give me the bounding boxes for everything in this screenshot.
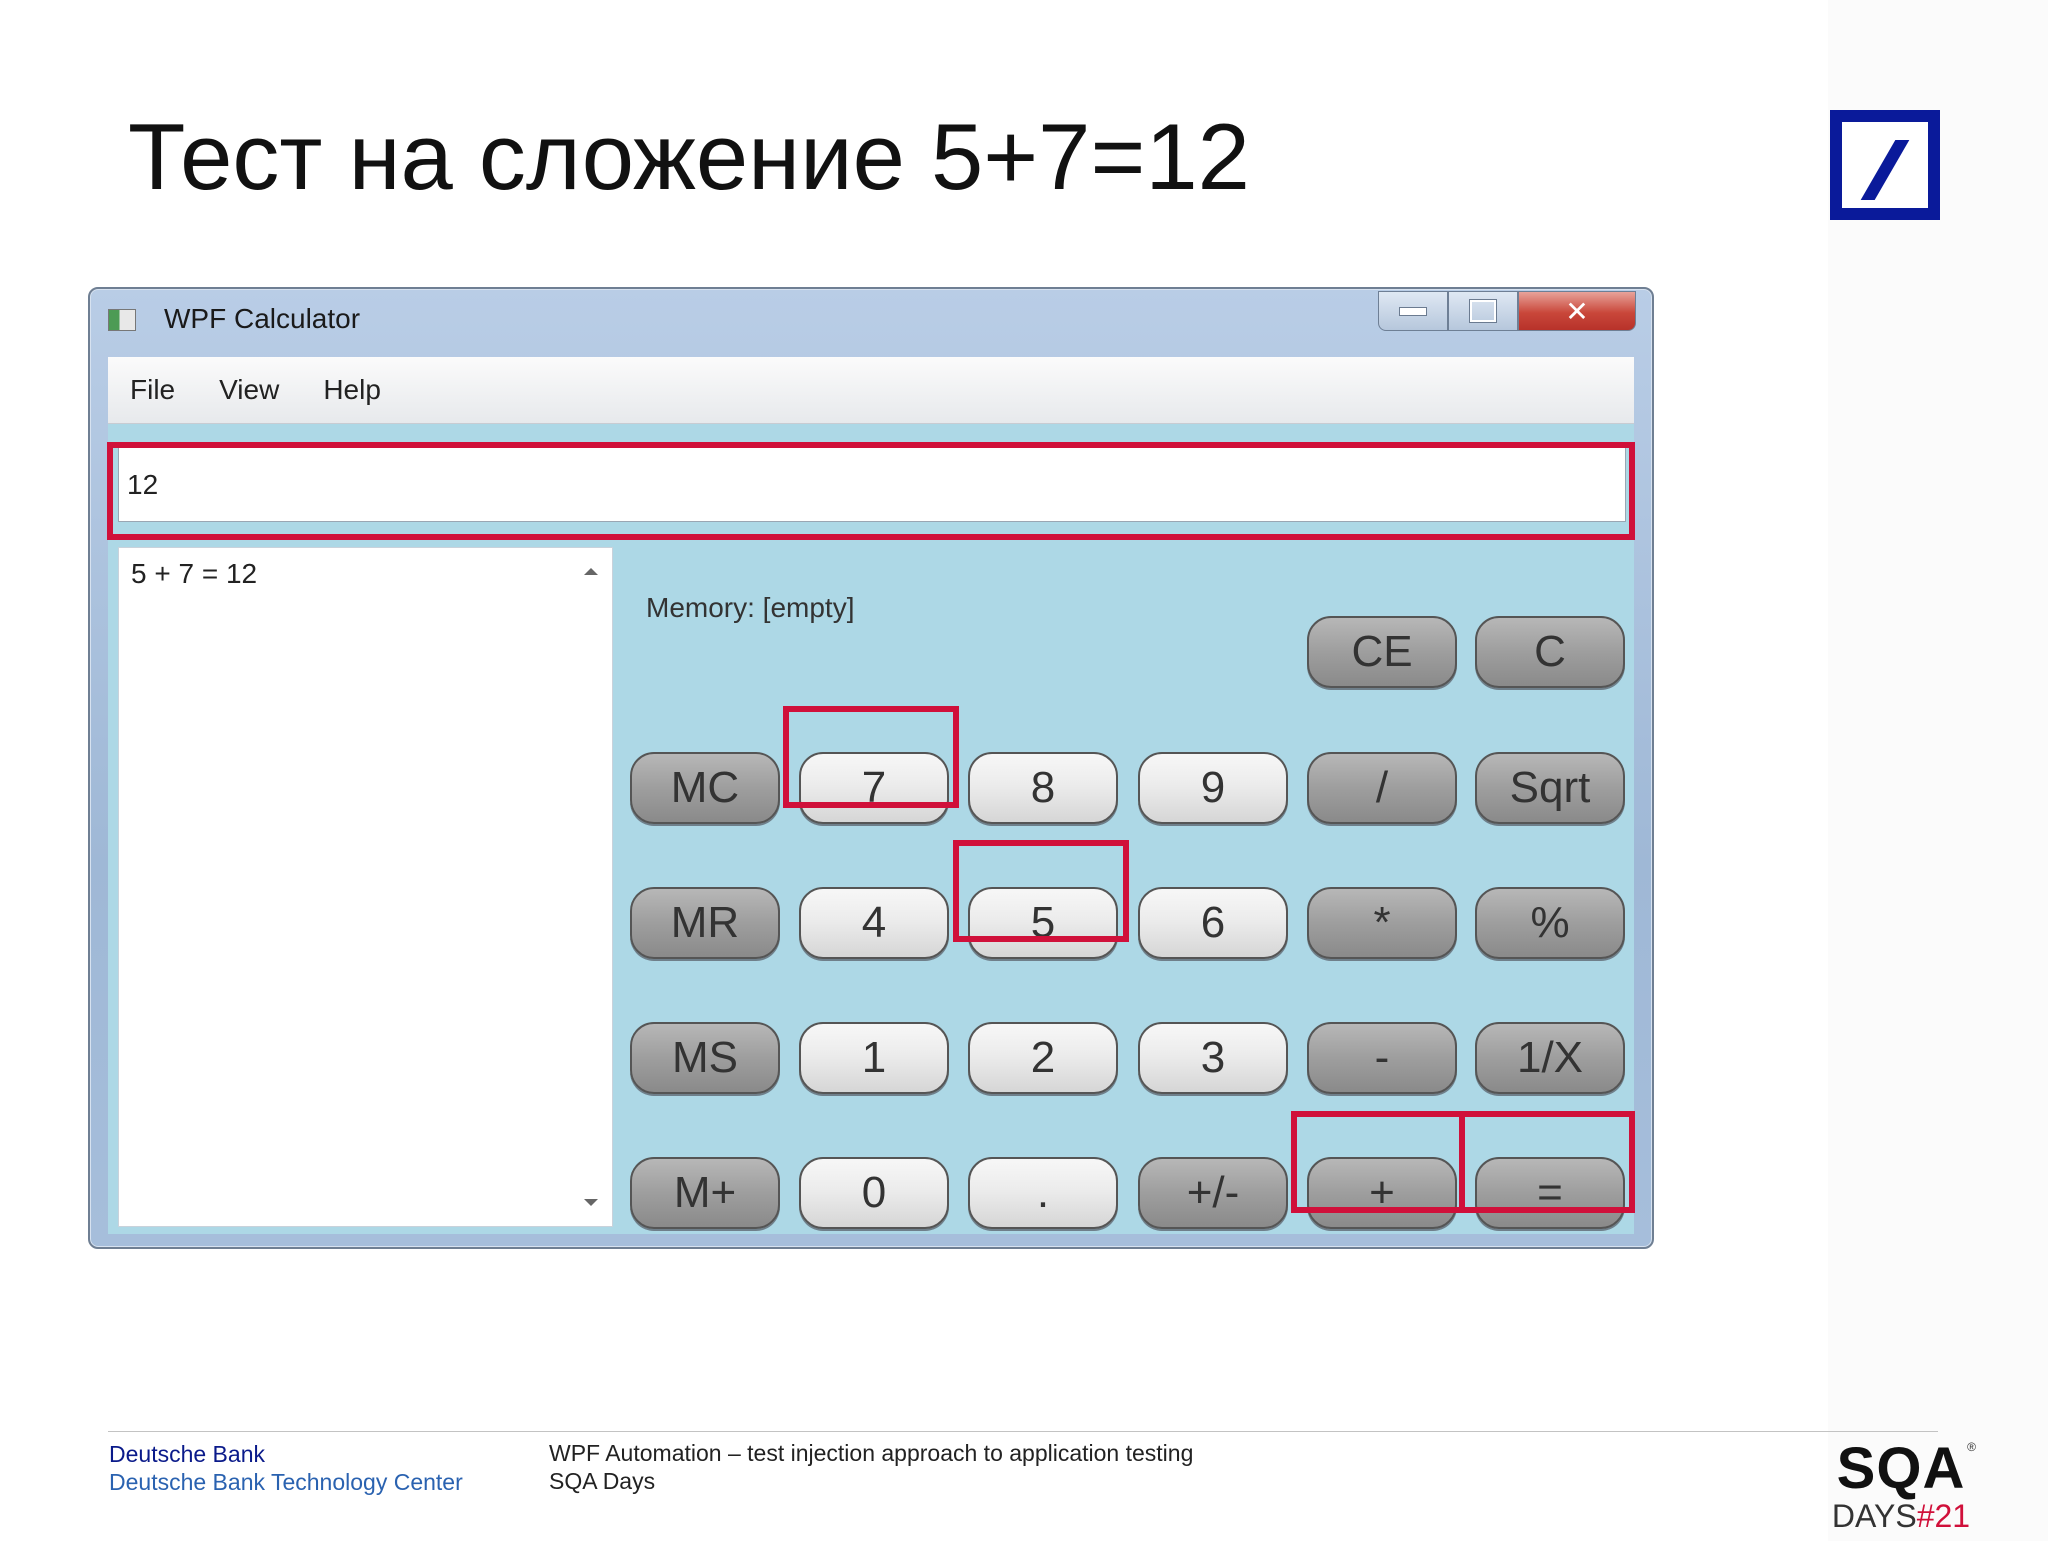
slide-title: Тест на сложение 5+7=12: [128, 104, 1250, 209]
key-decimal[interactable]: .: [968, 1157, 1118, 1229]
key-reciprocal[interactable]: 1/X: [1475, 1022, 1625, 1094]
menu-view[interactable]: View: [219, 374, 279, 406]
memory-status: Memory: [empty]: [646, 592, 855, 623]
footer-org-name: Deutsche Bank: [109, 1441, 265, 1467]
key-2[interactable]: 2: [968, 1022, 1118, 1094]
menu-help[interactable]: Help: [323, 374, 381, 406]
sqa-logo-sub: DAYS#21: [1826, 1500, 1976, 1532]
key-5[interactable]: 5: [968, 887, 1118, 959]
scroll-down-arrow-icon[interactable]: [584, 1199, 598, 1206]
key-ms[interactable]: MS: [630, 1022, 780, 1094]
key-8[interactable]: 8: [968, 752, 1118, 824]
key-3[interactable]: 3: [1138, 1022, 1288, 1094]
sqa-logo-days: DAYS: [1831, 1498, 1917, 1534]
sqa-logo-registered: ®: [1967, 1440, 1976, 1454]
slide-right-strip: [1828, 0, 2048, 1541]
result-display[interactable]: 12: [118, 446, 1626, 522]
scroll-up-arrow-icon[interactable]: [584, 568, 598, 575]
key-0[interactable]: 0: [799, 1157, 949, 1229]
key-divide[interactable]: /: [1307, 752, 1457, 824]
key-m-plus[interactable]: M+: [630, 1157, 780, 1229]
key-9[interactable]: 9: [1138, 752, 1288, 824]
sqa-logo-number: #21: [1916, 1498, 1971, 1534]
key-sqrt[interactable]: Sqrt: [1475, 752, 1625, 824]
key-subtract[interactable]: -: [1307, 1022, 1457, 1094]
key-negate[interactable]: +/-: [1138, 1157, 1288, 1229]
key-c[interactable]: C: [1475, 616, 1625, 688]
key-mr[interactable]: MR: [630, 887, 780, 959]
window-title: WPF Calculator: [164, 303, 361, 334]
key-4[interactable]: 4: [799, 887, 949, 959]
menu-file[interactable]: File: [130, 374, 175, 406]
minimize-button[interactable]: [1378, 291, 1448, 331]
deutsche-bank-logo: [1830, 110, 1940, 220]
key-7[interactable]: 7: [799, 752, 949, 824]
footer-org-division: Deutsche Bank Technology Center: [109, 1469, 463, 1495]
key-add[interactable]: +: [1307, 1157, 1457, 1229]
footer-divider: [108, 1431, 1938, 1432]
window-controls: ✕: [1378, 291, 1636, 331]
key-equals[interactable]: =: [1475, 1157, 1625, 1229]
key-1[interactable]: 1: [799, 1022, 949, 1094]
menu-bar: File View Help: [108, 357, 1634, 424]
close-icon: ✕: [1565, 294, 1589, 328]
key-ce[interactable]: CE: [1307, 616, 1457, 688]
footer-event: SQA Days: [549, 1468, 656, 1494]
app-icon: [108, 309, 136, 331]
calculator-body: 12 5 + 7 = 12 Memory: [empty] CE C MC 7 …: [108, 424, 1634, 1234]
key-percent[interactable]: %: [1475, 887, 1625, 959]
history-list[interactable]: 5 + 7 = 12: [118, 547, 613, 1227]
minimize-icon: [1399, 306, 1427, 316]
sqa-days-logo: SQA DAYS#21 ®: [1826, 1436, 1976, 1533]
key-mc[interactable]: MC: [630, 752, 780, 824]
maximize-icon: [1469, 299, 1497, 323]
history-item: 5 + 7 = 12: [131, 558, 258, 589]
calculator-window: WPF Calculator ✕ File View Help 12 5 + 7…: [88, 287, 1654, 1249]
maximize-button[interactable]: [1448, 291, 1518, 331]
sqa-logo-main: SQA: [1836, 1436, 1966, 1501]
close-button[interactable]: ✕: [1518, 291, 1636, 331]
key-6[interactable]: 6: [1138, 887, 1288, 959]
db-logo-slash: [1860, 140, 1910, 200]
footer-talk-title: WPF Automation – test injection approach…: [549, 1440, 1194, 1466]
key-multiply[interactable]: *: [1307, 887, 1457, 959]
